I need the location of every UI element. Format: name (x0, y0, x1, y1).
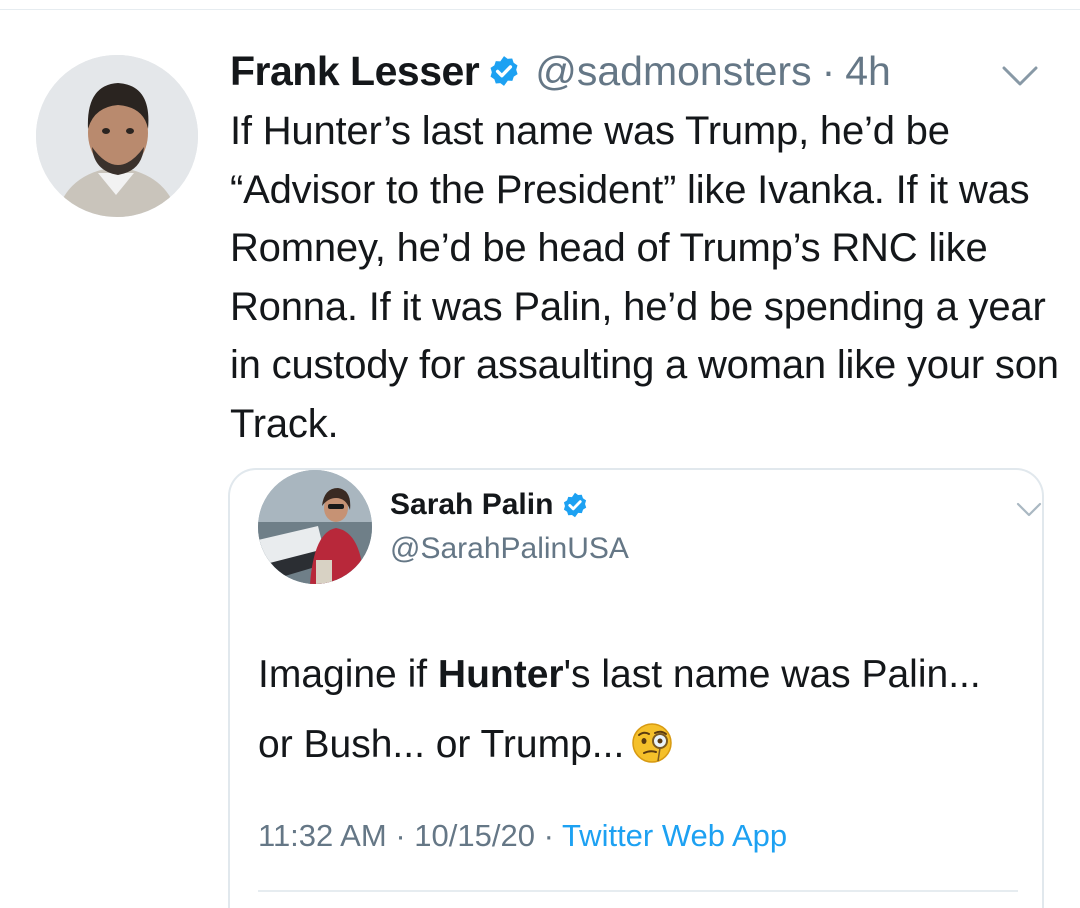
chevron-down-icon (1016, 502, 1042, 517)
tweet-menu-button[interactable] (1000, 62, 1040, 90)
quoted-tweet-meta: 11:32 AM · 10/15/20 · Twitter Web App (258, 818, 787, 854)
author-avatar[interactable] (36, 55, 198, 217)
tweet-text: If Hunter’s last name was Trump, he’d be… (230, 109, 1059, 446)
header-separator: · (821, 47, 836, 94)
quoted-tweet-time[interactable]: 11:32 AM (258, 818, 387, 853)
quoted-tweet-card[interactable]: Sarah Palin @SarahPalinUSA Imagine if Hu… (228, 468, 1044, 908)
quoted-tweet-divider (258, 890, 1018, 892)
quoted-author-handle[interactable]: @SarahPalinUSA (390, 532, 629, 566)
meta-separator: · (543, 818, 554, 853)
author-name[interactable]: Frank Lesser (230, 48, 480, 95)
quoted-author-avatar[interactable] (258, 470, 372, 584)
tweet-header: Frank Lesser @sadmonsters · 4h (230, 46, 891, 96)
quoted-author-name[interactable]: Sarah Palin (390, 488, 553, 522)
avatar-photo (36, 55, 198, 217)
verified-badge-icon (490, 56, 518, 86)
quoted-tweet-source-link[interactable]: Twitter Web App (562, 818, 787, 853)
author-handle[interactable]: @sadmonsters (535, 48, 811, 95)
quoted-tweet-menu-button[interactable] (1014, 500, 1044, 520)
quoted-tweet-date[interactable]: 10/15/20 (414, 818, 535, 853)
tweet-timestamp[interactable]: 4h (845, 48, 891, 95)
quoted-text-before: Imagine if (258, 653, 438, 696)
avatar-photo (258, 470, 372, 584)
quoted-header: Sarah Palin (390, 488, 589, 522)
quoted-text-bold: Hunter (437, 653, 564, 696)
tweet[interactable]: Frank Lesser @sadmonsters · 4h If Hunter… (0, 10, 1080, 908)
face-with-monocle-emoji (632, 723, 673, 763)
meta-separator: · (395, 818, 406, 853)
verified-badge-icon (564, 492, 587, 518)
top-divider (0, 0, 1080, 10)
chevron-down-icon (1002, 66, 1038, 86)
quoted-tweet-text: Imagine if Hunter's last name was Palin.… (258, 640, 1018, 780)
